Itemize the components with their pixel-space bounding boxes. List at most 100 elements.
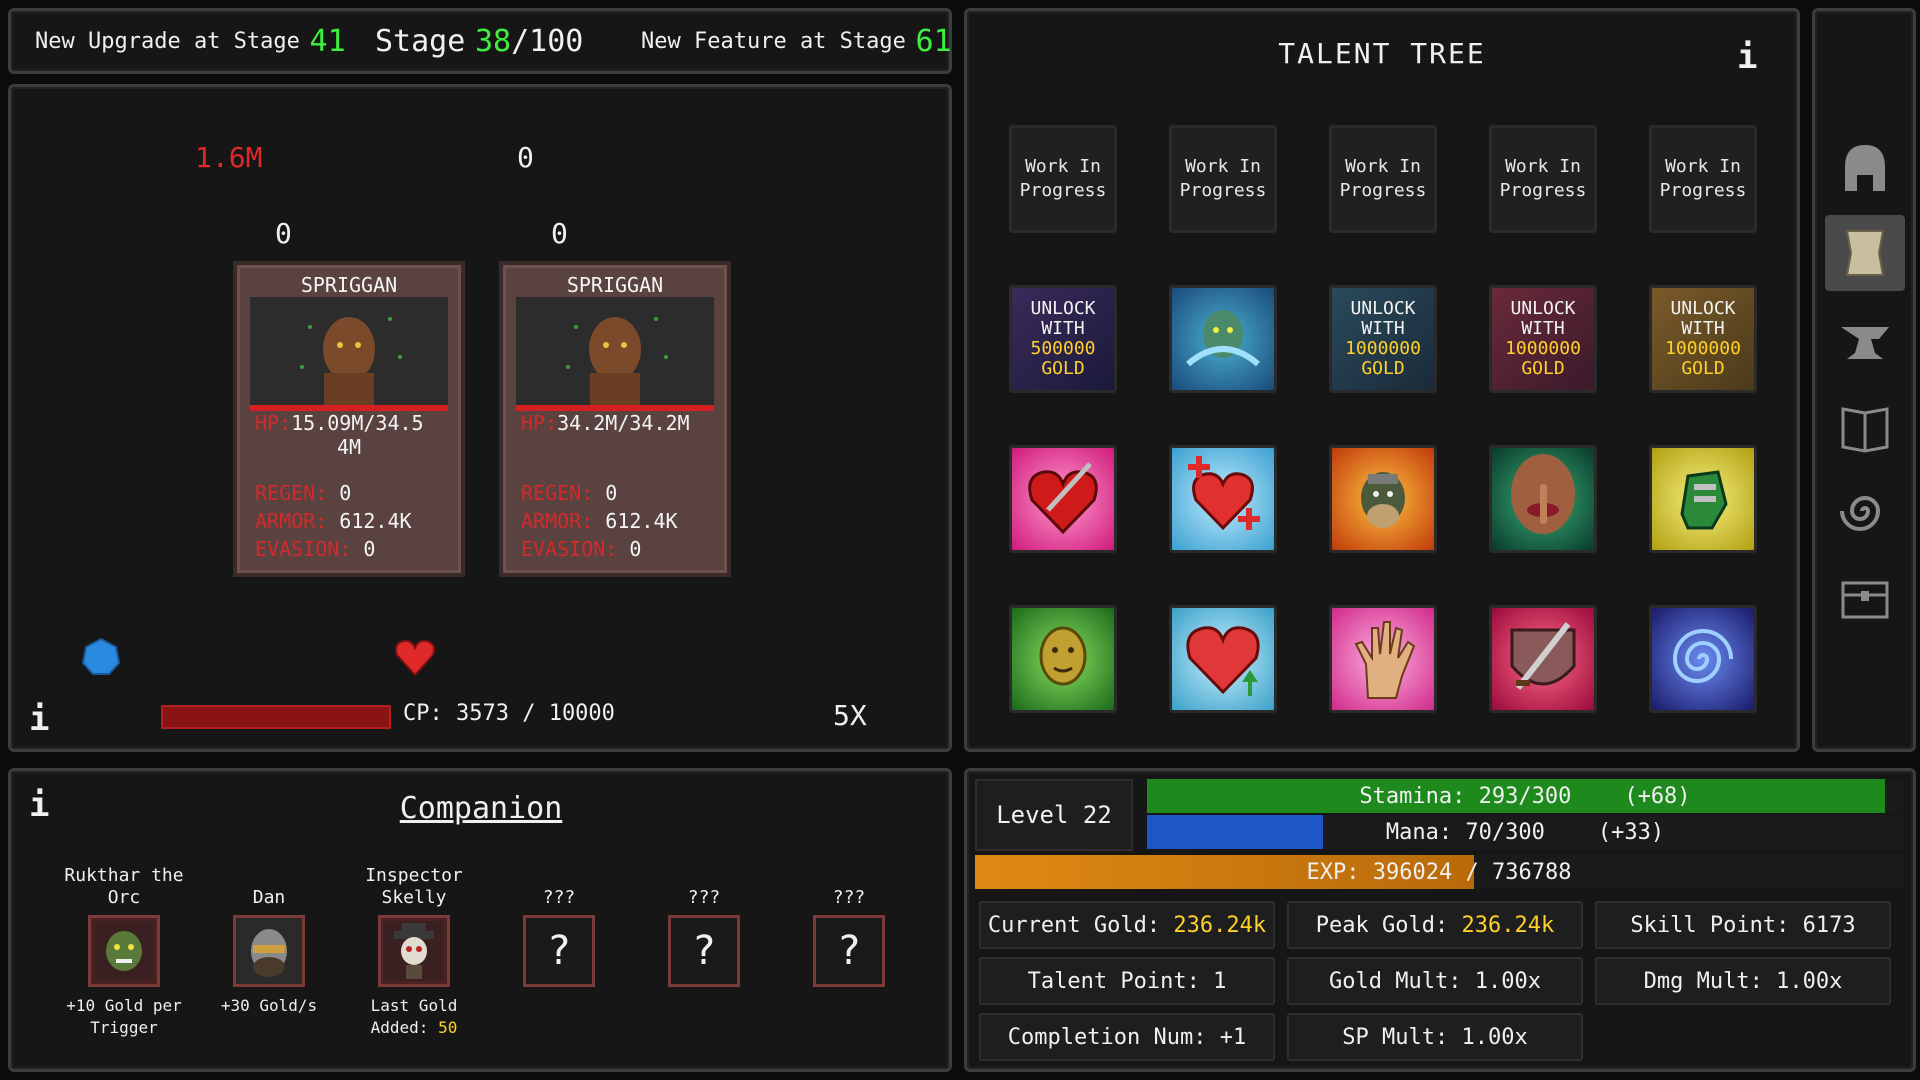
enemy-name: SPRIGGAN — [566, 273, 664, 297]
stamina-bar: Stamina: 293/300 (+68) — [1147, 779, 1903, 813]
stage-counter: Stage 38/100 — [375, 11, 583, 71]
golden-head-icon[interactable] — [1009, 605, 1117, 713]
stamina-text: Stamina: 293/300 (+68) — [1359, 783, 1691, 809]
locked-talent-tile[interactable]: UNLOCK WITH 1000000 GOLD — [1649, 285, 1757, 393]
gold-mult: Gold Mult: 1.00x — [1287, 957, 1583, 1005]
speed-multiplier-button[interactable]: 5X — [833, 699, 867, 732]
peak-gold: Peak Gold: 236.24k — [1287, 901, 1583, 949]
chest-icon[interactable] — [1825, 559, 1905, 635]
mana-orb-icon — [81, 637, 121, 675]
talent-wip-tile[interactable]: Work In Progress — [1329, 125, 1437, 233]
exp-text: EXP: 396024 / 736788 — [1306, 859, 1572, 885]
stage-label: Stage — [375, 23, 466, 59]
scroll-icon[interactable] — [1825, 215, 1905, 291]
skill-point: Skill Point: 6173 — [1595, 901, 1891, 949]
healing-heart-icon[interactable] — [1169, 445, 1277, 553]
talent-wip-tile[interactable]: Work In Progress — [1169, 125, 1277, 233]
companion-slot[interactable]: Rukthar the Orc +10 Gold per Trigger — [59, 863, 189, 1039]
open-hand-icon[interactable] — [1329, 605, 1437, 713]
evasion-value: 0 — [363, 537, 376, 561]
completion-num: Completion Num: +1 — [979, 1013, 1275, 1061]
hp-value-wrap: 4M — [337, 435, 362, 459]
lock-line1: UNLOCK — [1510, 298, 1576, 319]
heart-icon — [394, 639, 436, 677]
peak-gold-value: 236.24k — [1461, 912, 1555, 938]
talent-info-icon[interactable]: i — [1737, 37, 1757, 77]
stage-total: /100 — [511, 23, 584, 59]
dwarf-warrior-icon[interactable] — [1329, 445, 1437, 553]
hp-label: HP: — [255, 411, 292, 435]
spiral-icon[interactable] — [1825, 473, 1905, 549]
lock-line1: UNLOCK — [1350, 298, 1416, 319]
battle-panel: 1.6M 0 0 0 SPRIGGAN HP:15.09M/34.5 4M RE… — [8, 84, 952, 752]
enemy-card[interactable]: SPRIGGAN HP:34.2M/34.2M REGEN: 0 ARMOR: … — [499, 261, 731, 577]
lock-line1: UNLOCK — [1030, 298, 1096, 319]
silence-lips-icon[interactable] — [1489, 445, 1597, 553]
current-gold: Current Gold: 236.24k — [979, 901, 1275, 949]
locked-talent-tile[interactable]: UNLOCK WITH 500000 GOLD — [1009, 285, 1117, 393]
talent-wip-tile[interactable]: Work In Progress — [1489, 125, 1597, 233]
talent-point: Talent Point: 1 — [979, 957, 1275, 1005]
lock-line2: WITH — [1681, 318, 1725, 339]
locked-slot-icon: ? — [668, 915, 740, 987]
dmg-mult: Dmg Mult: 1.00x — [1595, 957, 1891, 1005]
evasion-label: EVASION: — [255, 537, 352, 561]
stage-bar: New Upgrade at Stage 41 Stage 38/100 New… — [8, 8, 952, 74]
companion-slot-locked[interactable]: ??? ? — [639, 863, 769, 987]
next-upgrade-info: New Upgrade at Stage 41 — [35, 11, 346, 71]
vortex-icon[interactable] — [1649, 605, 1757, 713]
next-feature-info: New Feature at Stage 61 — [641, 11, 952, 71]
companion-slot-locked[interactable]: ??? ? — [784, 863, 914, 987]
lock-unit: GOLD — [1041, 358, 1085, 379]
lock-unit: GOLD — [1521, 358, 1565, 379]
anvil-icon[interactable] — [1825, 301, 1905, 377]
lock-unit: GOLD — [1361, 358, 1405, 379]
helmet-icon[interactable] — [1825, 131, 1905, 207]
lock-line2: WITH — [1361, 318, 1405, 339]
battle-info-icon[interactable]: i — [29, 699, 49, 739]
enemy-counter-1: 0 — [275, 217, 292, 250]
enemy-name: SPRIGGAN — [300, 273, 398, 297]
heart-up-icon[interactable] — [1169, 605, 1277, 713]
gauntlet-icon[interactable] — [1649, 445, 1757, 553]
companion-name: Dan — [252, 887, 286, 908]
lock-line1: UNLOCK — [1670, 298, 1736, 319]
companion-name: Inspector Skelly — [365, 865, 463, 908]
spriggan-portrait-icon — [516, 297, 714, 411]
talent-wip-tile[interactable]: Work In Progress — [1649, 125, 1757, 233]
armor-value: 612.4K — [605, 509, 678, 533]
water-elemental-icon[interactable] — [1169, 285, 1277, 393]
companion-effect: +10 Gold per Trigger — [66, 996, 182, 1037]
upgrade-label: New Upgrade at Stage — [35, 28, 300, 54]
enemy-card[interactable]: SPRIGGAN HP:15.09M/34.5 4M REGEN: 0 ARMO… — [233, 261, 465, 577]
talent-tree-title: TALENT TREE — [1278, 37, 1486, 70]
stage-current: 38 — [474, 23, 512, 59]
spellbook-icon[interactable] — [1825, 387, 1905, 463]
dan-portrait-icon — [233, 915, 305, 987]
enemy-counter-2: 0 — [551, 217, 568, 250]
companion-slot[interactable]: Dan +30 Gold/s — [204, 863, 334, 1017]
pierced-heart-icon[interactable] — [1009, 445, 1117, 553]
current-gold-label: Current Gold: — [987, 912, 1161, 938]
last-gold-value: 50 — [438, 1018, 458, 1037]
lock-amount: 1000000 — [1345, 338, 1421, 359]
locked-talent-tile[interactable]: UNLOCK WITH 1000000 GOLD — [1489, 285, 1597, 393]
lock-amount: 500000 — [1030, 338, 1096, 359]
damage-left: 1.6M — [195, 141, 263, 174]
sword-shield-icon[interactable] — [1489, 605, 1597, 713]
armor-label: ARMOR: — [255, 509, 328, 533]
armor-label: ARMOR: — [521, 509, 594, 533]
lock-line2: WITH — [1041, 318, 1085, 339]
companion-slot-locked[interactable]: ??? ? — [494, 863, 624, 987]
companion-effect: +30 Gold/s — [220, 996, 318, 1015]
talent-wip-tile[interactable]: Work In Progress — [1009, 125, 1117, 233]
hp-value: 34.2M/34.2M — [557, 411, 690, 435]
companion-slot[interactable]: Inspector Skelly Last Gold Added: 50 — [349, 863, 479, 1039]
damage-right: 0 — [517, 141, 534, 174]
companion-name: ??? — [832, 887, 866, 908]
feature-label: New Feature at Stage — [641, 28, 906, 54]
companion-title: Companion — [399, 791, 563, 826]
locked-talent-tile[interactable]: UNLOCK WITH 1000000 GOLD — [1329, 285, 1437, 393]
hp-label: HP: — [521, 411, 558, 435]
talent-tree-panel: TALENT TREE i Work In Progress Work In P… — [964, 8, 1800, 752]
